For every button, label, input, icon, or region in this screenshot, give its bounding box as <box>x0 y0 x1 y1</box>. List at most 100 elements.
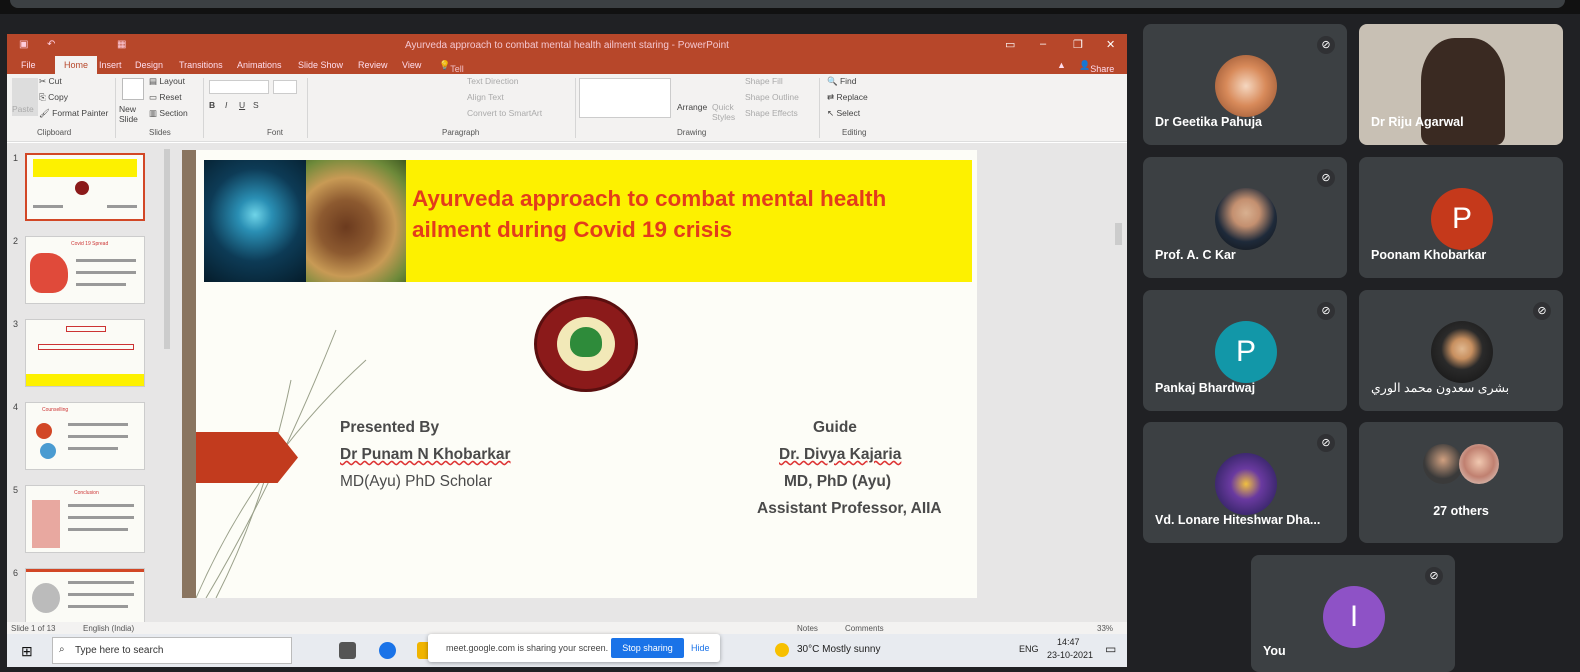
section-button[interactable]: ▥ Section <box>149 108 188 119</box>
edge-icon[interactable] <box>379 642 396 659</box>
canvas-scrollbar[interactable] <box>1115 223 1122 245</box>
clock-time[interactable]: 14:47 <box>1057 637 1080 647</box>
participant-name: Poonam Khobarkar <box>1371 248 1487 262</box>
mic-off-icon: ⊘ <box>1317 169 1335 187</box>
quick-styles-button[interactable]: Quick Styles <box>712 102 742 122</box>
tab-view[interactable]: View <box>402 60 421 70</box>
select-button[interactable]: ↖ Select <box>827 108 860 119</box>
text-direction-button[interactable]: Text Direction <box>467 76 519 86</box>
thumb-slide-2[interactable]: Covid 19 Spread <box>25 236 145 304</box>
align-text-button[interactable]: Align Text <box>467 92 504 102</box>
participant-tile[interactable]: P ⊘ Pankaj Bhardwaj <box>1143 290 1347 411</box>
stop-sharing-button[interactable]: Stop sharing <box>611 638 684 658</box>
aiia-logo <box>534 296 638 392</box>
tab-design[interactable]: Design <box>135 60 163 70</box>
tab-review[interactable]: Review <box>358 60 388 70</box>
avatar <box>1215 55 1277 117</box>
replace-button[interactable]: ⇄ Replace <box>827 92 868 103</box>
thumb-slide-6[interactable] <box>25 568 145 623</box>
find-label: Find <box>839 76 857 86</box>
copy-button[interactable]: ⎘ Copy <box>39 92 68 103</box>
arrange-button[interactable]: Arrange <box>677 102 707 112</box>
notification-icon[interactable]: ▭ <box>1105 642 1116 656</box>
thumb-slide-5[interactable]: Conclusion <box>25 485 145 553</box>
windows-start-icon[interactable]: ⊞ <box>21 643 33 660</box>
participant-name: Prof. A. C Kar <box>1155 248 1236 262</box>
reset-button[interactable]: ▭ Reset <box>149 92 182 103</box>
comments-button[interactable]: Comments <box>845 624 884 633</box>
participant-tile[interactable]: ⊘ Dr Geetika Pahuja <box>1143 24 1347 145</box>
smartart-button[interactable]: Convert to SmartArt <box>467 108 542 118</box>
font-size-select[interactable] <box>273 80 297 94</box>
shape-outline-button[interactable]: Shape Outline <box>745 92 799 102</box>
shared-screen: ▣ ↶ ▦ Ayurveda approach to combat mental… <box>7 34 1127 667</box>
taskbar-search[interactable]: ⌕ Type here to search <box>52 637 292 664</box>
tell-me-box[interactable]: 💡 Tell me what you want to do <box>439 60 469 134</box>
participant-tile[interactable]: P Poonam Khobarkar <box>1359 157 1563 278</box>
find-button[interactable]: 🔍 Find <box>827 76 857 87</box>
shadow-icon[interactable]: S <box>253 100 259 110</box>
ribbon-tabs: File Home Insert Design Transitions Anim… <box>7 56 1127 134</box>
format-painter-button[interactable]: 🖌 Format Painter <box>39 108 108 119</box>
thumb-slide-3[interactable] <box>25 319 145 387</box>
ppt-titlebar: ▣ ↶ ▦ Ayurveda approach to combat mental… <box>7 34 1127 56</box>
cut-button[interactable]: ✂ Cut <box>39 76 62 87</box>
participant-tile[interactable]: Dr Riju Agarwal <box>1359 24 1563 145</box>
avatar: P <box>1215 321 1277 383</box>
thumb-number: 1 <box>13 153 19 163</box>
minimize-icon[interactable]: – <box>1040 38 1046 50</box>
thumb-slide-4[interactable]: Counselling <box>25 402 145 470</box>
new-slide-button[interactable]: New Slide <box>119 104 147 124</box>
participant-tile[interactable]: ⊘ بشرى سعدون محمد الوري <box>1359 290 1563 411</box>
participant-tile[interactable]: ⊘ Prof. A. C Kar <box>1143 157 1347 278</box>
shape-effects-button[interactable]: Shape Effects <box>745 108 798 118</box>
avatar <box>1459 444 1499 484</box>
share-button[interactable]: 👤 Share <box>1079 60 1114 74</box>
shapes-gallery[interactable] <box>579 78 671 118</box>
task-view-icon[interactable] <box>339 642 356 659</box>
zoom-level[interactable]: 33% <box>1097 624 1113 633</box>
font-name-select[interactable] <box>209 80 269 94</box>
group-font: Font <box>267 128 284 137</box>
underline-icon[interactable]: U <box>239 100 245 110</box>
slide-thumbnails[interactable]: 1 2 Covid 19 Spread 3 4 Counselling 5 Co… <box>7 143 172 623</box>
tab-home[interactable]: Home <box>55 56 98 74</box>
language-status: English (India) <box>83 624 135 633</box>
participant-tile[interactable]: ⊘ Vd. Lonare Hiteshwar Dha... <box>1143 422 1347 543</box>
tab-slideshow[interactable]: Slide Show <box>298 60 343 70</box>
window-title: Ayurveda approach to combat mental healt… <box>405 40 729 51</box>
hide-button[interactable]: Hide <box>691 643 710 653</box>
avatar: P <box>1431 188 1493 250</box>
tab-transitions[interactable]: Transitions <box>179 60 223 70</box>
shape-fill-button[interactable]: Shape Fill <box>745 76 783 86</box>
presenter-name: Dr Punam N Khobarkar <box>340 446 511 463</box>
tab-file[interactable]: File <box>21 60 36 70</box>
paste-button[interactable]: Paste <box>12 104 34 114</box>
self-tile[interactable]: I ⊘ You <box>1251 555 1455 672</box>
notes-button[interactable]: Notes <box>797 624 818 633</box>
layout-button[interactable]: ▤ Layout <box>149 76 185 87</box>
current-slide[interactable]: Ayurveda approach to combat mental healt… <box>182 150 977 598</box>
presented-by-label: Presented By <box>340 419 440 436</box>
avatar <box>1215 453 1277 515</box>
thumb-slide-1[interactable] <box>25 153 145 221</box>
guide-degree: MD, PhD (Ayu) <box>784 473 892 490</box>
weather-text[interactable]: 30°C Mostly sunny <box>797 644 880 655</box>
tab-animations[interactable]: Animations <box>237 60 282 70</box>
thumbs-scrollbar[interactable] <box>164 149 170 349</box>
share-notice-text: meet.google.com is sharing your screen. <box>446 643 609 653</box>
taskbar-search-placeholder: Type here to search <box>75 645 164 656</box>
warning-icon[interactable]: ▲ <box>1057 60 1066 70</box>
ribbon-display-icon[interactable]: ▭ <box>1005 38 1015 51</box>
clock-date[interactable]: 23-10-2021 <box>1047 650 1093 660</box>
italic-icon[interactable]: I <box>225 100 227 110</box>
close-icon[interactable]: ✕ <box>1106 38 1115 51</box>
maximize-icon[interactable]: ❐ <box>1073 38 1083 51</box>
ribbon: Paste ✂ Cut ⎘ Copy 🖌 Format Painter New … <box>7 74 1127 142</box>
language-indicator[interactable]: ENG <box>1019 644 1039 654</box>
group-drawing: Drawing <box>677 128 707 137</box>
tab-insert[interactable]: Insert <box>99 60 122 70</box>
bold-icon[interactable]: B <box>209 100 215 110</box>
others-tile[interactable]: 27 others <box>1359 422 1563 543</box>
new-slide-icon[interactable] <box>122 78 144 100</box>
